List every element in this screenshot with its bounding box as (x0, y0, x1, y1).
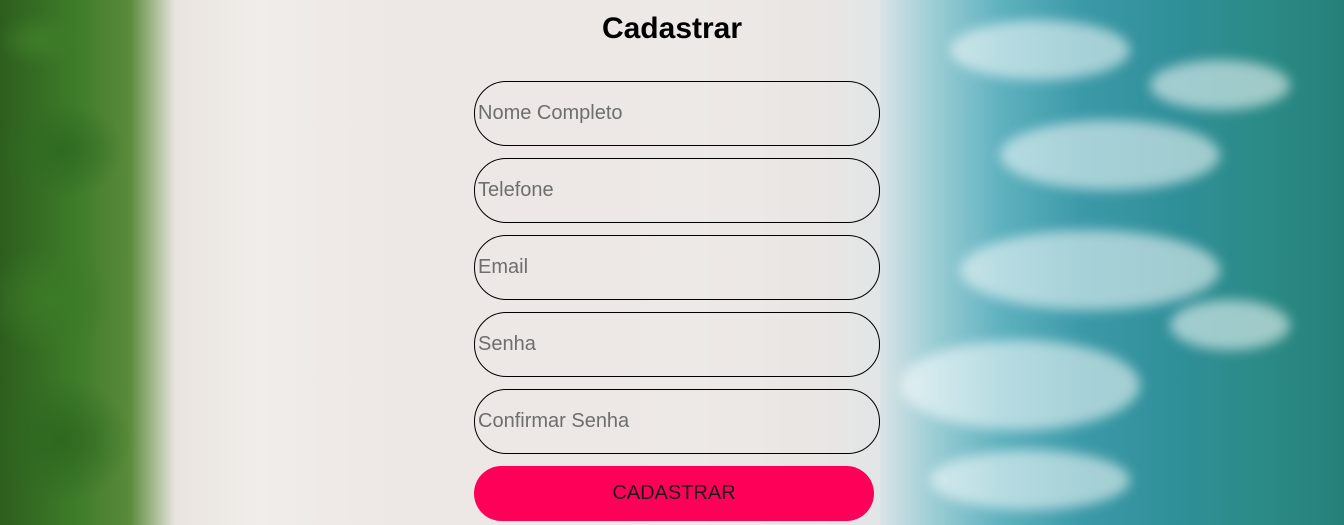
page: Cadastrar CADASTRAR (0, 0, 1344, 525)
email-field[interactable] (474, 235, 880, 300)
signup-form: CADASTRAR (474, 81, 880, 521)
phone-field[interactable] (474, 158, 880, 223)
password-field[interactable] (474, 312, 880, 377)
page-title: Cadastrar (601, 12, 743, 45)
confirm-password-field[interactable] (474, 389, 880, 454)
signup-button[interactable]: CADASTRAR (474, 466, 874, 521)
full-name-field[interactable] (474, 81, 880, 146)
